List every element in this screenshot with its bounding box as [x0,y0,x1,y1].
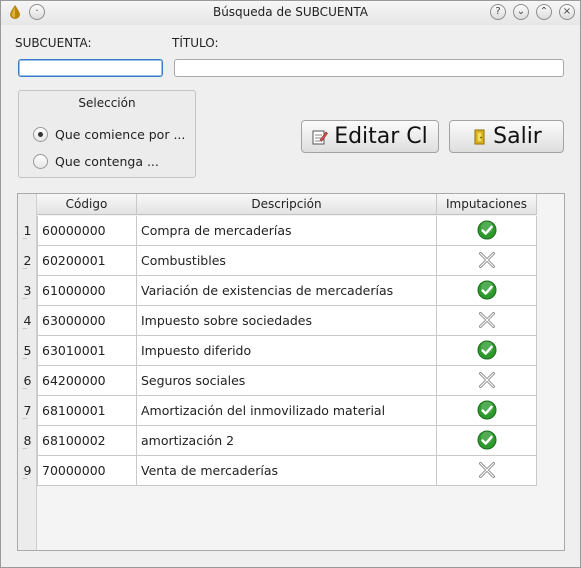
exit-door-icon [474,129,485,144]
table-row[interactable]: 563010001Impuesto diferido [18,336,537,373]
cell-imputaciones[interactable] [437,396,537,426]
cell-descripcion[interactable]: Compra de mercaderías [137,216,437,246]
radio-option-contenga[interactable]: Que contenga ... [33,152,159,170]
subcuenta-input[interactable] [18,59,163,77]
editar-button[interactable]: Editar Cl [301,120,439,153]
cell-codigo[interactable]: 70000000 [37,456,137,486]
cell-imputaciones[interactable] [437,336,537,366]
editar-label: Editar Cl [334,124,428,149]
table-row[interactable]: 260200001Combustibles [18,246,537,283]
table-row[interactable]: 664200000Seguros sociales [18,366,537,403]
table-row[interactable]: 868100002amortización 2 [18,426,537,463]
cross-icon [477,461,496,479]
cell-imputaciones[interactable] [437,306,537,336]
check-icon [477,280,496,300]
seleccion-title: Selección [78,96,136,110]
cell-descripcion[interactable]: Amortización del inmovilizado material [137,396,437,426]
row-number[interactable]: 4 [18,306,37,343]
cell-codigo[interactable]: 60000000 [37,216,137,246]
row-number[interactable]: 7 [18,396,37,433]
cell-descripcion[interactable]: Impuesto sobre sociedades [137,306,437,336]
subcuenta-label: SUBCUENTA: [15,36,92,50]
cell-descripcion[interactable]: Combustibles [137,246,437,276]
check-icon [477,340,496,360]
title-bar[interactable]: · Búsqueda de SUBCUENTA ? ⌄ ⌃ × [1,1,580,25]
row-number[interactable]: 6 [18,366,37,403]
check-icon [477,400,496,420]
cell-descripcion[interactable]: Venta de mercaderías [137,456,437,486]
seleccion-groupbox: Selección Que comience por ... Que conte… [18,90,196,178]
titulo-input[interactable] [174,59,564,77]
cell-descripcion[interactable]: Seguros sociales [137,366,437,396]
cell-imputaciones[interactable] [437,366,537,396]
cell-codigo[interactable]: 64200000 [37,366,137,396]
row-number[interactable]: 2 [18,246,37,283]
row-number[interactable]: 1 [18,216,37,253]
radio-unchecked-icon[interactable] [33,153,48,169]
cell-codigo[interactable]: 63000000 [37,306,137,336]
table-row[interactable]: 463000000Impuesto sobre sociedades [18,306,537,343]
table-row[interactable]: 361000000Variación de existencias de mer… [18,276,537,313]
column-header-descripcion[interactable]: Descripción [137,194,437,215]
minimize-icon[interactable]: ⌄ [513,4,529,20]
row-number[interactable]: 3 [18,276,37,313]
cell-imputaciones[interactable] [437,216,537,246]
restore-icon[interactable]: ⌃ [536,4,552,20]
cell-codigo[interactable]: 63010001 [37,336,137,366]
cross-icon [477,251,496,269]
cell-imputaciones[interactable] [437,246,537,276]
cell-imputaciones[interactable] [437,276,537,306]
check-icon [477,430,496,450]
salir-label: Salir [493,124,542,149]
cell-imputaciones[interactable] [437,426,537,456]
cell-codigo[interactable]: 61000000 [37,276,137,306]
cross-icon [477,371,496,389]
close-icon[interactable]: × [559,4,575,20]
table-row[interactable]: 768100001Amortización del inmovilizado m… [18,396,537,433]
row-number[interactable]: 8 [18,426,37,463]
salir-button[interactable]: Salir [449,120,564,153]
column-header-codigo[interactable]: Código [37,194,137,215]
cross-icon [477,311,496,329]
titulo-label: TÍTULO: [172,36,219,50]
radio-checked-icon[interactable] [33,126,48,142]
cell-descripcion[interactable]: Impuesto diferido [137,336,437,366]
cell-codigo[interactable]: 68100002 [37,426,137,456]
help-icon[interactable]: ? [490,4,506,20]
cell-descripcion[interactable]: amortización 2 [137,426,437,456]
row-number[interactable]: 9 [18,456,37,493]
cell-codigo[interactable]: 68100001 [37,396,137,426]
table-row[interactable]: 970000000Venta de mercaderías [18,456,537,493]
radio-label: Que comience por ... [55,126,186,142]
check-icon [477,220,496,240]
column-header-imputaciones[interactable]: Imputaciones [437,194,537,215]
cell-imputaciones[interactable] [437,456,537,486]
subcuentas-table[interactable]: Código Descripción Imputaciones 16000000… [17,193,565,551]
search-subcuenta-window: · Búsqueda de SUBCUENTA ? ⌄ ⌃ × SUBCUENT… [0,0,581,568]
cell-codigo[interactable]: 60200001 [37,246,137,276]
table-row[interactable]: 160000000Compra de mercaderías [18,216,537,253]
radio-label: Que contenga ... [55,153,159,169]
edit-document-icon [312,130,329,144]
cell-descripcion[interactable]: Variación de existencias de mercaderías [137,276,437,306]
row-number[interactable]: 5 [18,336,37,373]
radio-option-comience[interactable]: Que comience por ... [33,125,185,143]
